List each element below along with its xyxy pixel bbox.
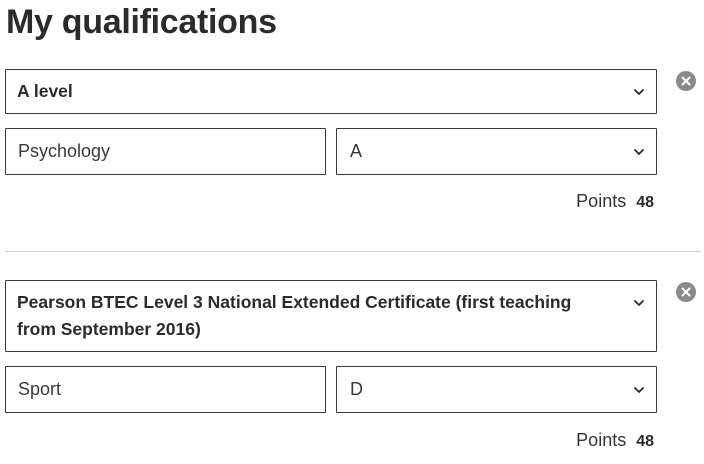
grade-value: D <box>350 379 363 399</box>
page-title: My qualifications <box>6 3 277 41</box>
grade-select[interactable]: A <box>336 128 657 175</box>
subject-input[interactable] <box>5 128 326 175</box>
points-value: 48 <box>636 194 654 211</box>
points-label: Points <box>576 191 627 211</box>
chevron-down-icon <box>634 89 644 95</box>
grade-value: A <box>350 141 363 161</box>
close-icon <box>681 287 691 297</box>
qualification-type-value: Pearson BTEC Level 3 National Extended C… <box>17 292 572 339</box>
chevron-down-icon <box>634 387 644 393</box>
chevron-down-icon <box>634 300 644 306</box>
remove-qualification-button[interactable] <box>676 71 696 91</box>
subject-input[interactable] <box>5 366 326 413</box>
remove-qualification-button[interactable] <box>676 282 696 302</box>
points-row: Points 48 <box>576 191 654 212</box>
grade-select[interactable]: D <box>336 366 657 413</box>
qualification-type-select[interactable]: A level <box>5 69 657 114</box>
chevron-down-icon <box>634 149 644 155</box>
qualification-type-select[interactable]: Pearson BTEC Level 3 National Extended C… <box>5 280 657 352</box>
qualification-type-value: A level <box>17 81 73 101</box>
divider <box>5 251 701 252</box>
close-icon <box>681 76 691 86</box>
points-label: Points <box>576 430 627 450</box>
points-value: 48 <box>636 433 654 450</box>
points-row: Points 48 <box>576 430 654 451</box>
